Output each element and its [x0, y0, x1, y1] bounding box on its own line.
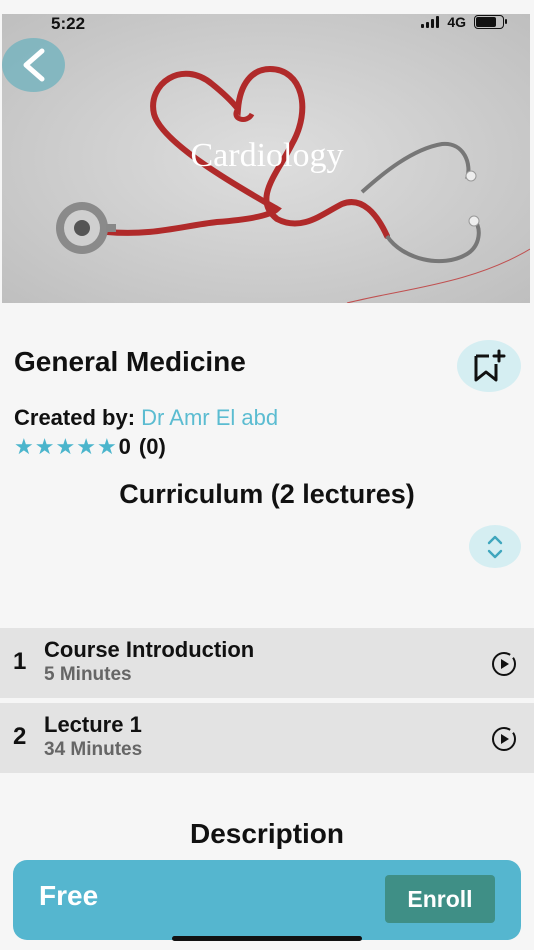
- course-title: General Medicine: [14, 346, 246, 377]
- network-type: 4G: [447, 14, 466, 30]
- back-button[interactable]: [2, 38, 65, 92]
- curriculum-title: Curriculum (2 lectures): [119, 479, 415, 509]
- rating-value: 0: [118, 434, 131, 459]
- created-by: Created by: Dr Amr El abd: [14, 405, 278, 431]
- signal-icon: [421, 16, 440, 28]
- stethoscope-heart-image: Cardiology: [2, 14, 530, 303]
- battery-icon: [474, 15, 507, 29]
- course-rating: ★ ★ ★ ★ ★ 0 (0): [14, 434, 166, 460]
- created-by-label: Created by:: [14, 405, 136, 430]
- star-icon: ★: [76, 434, 96, 459]
- play-circle-icon[interactable]: [490, 725, 518, 753]
- expand-curriculum-button[interactable]: [469, 525, 521, 568]
- lecture-number: 1: [13, 648, 27, 675]
- bookmark-button[interactable]: [457, 340, 521, 392]
- expand-collapse-icon: [487, 535, 503, 558]
- lecture-row[interactable]: 2 Lecture 1 34 Minutes: [0, 703, 534, 773]
- status-indicators: 4G: [421, 14, 507, 30]
- rating-stars: ★ ★ ★ ★ ★: [14, 436, 117, 458]
- lecture-number: 2: [13, 723, 27, 750]
- purchase-bar: Free Enroll: [13, 860, 521, 940]
- lecture-duration: 34 Minutes: [44, 739, 143, 760]
- price-label: Free: [39, 880, 99, 911]
- status-time: 5:22: [51, 14, 86, 33]
- play-circle-icon[interactable]: [490, 650, 518, 678]
- lecture-name: Course Introduction: [44, 637, 255, 662]
- star-icon: ★: [14, 434, 34, 459]
- cover-caption: Cardiology: [191, 137, 344, 174]
- home-indicator: [172, 936, 362, 941]
- lecture-duration: 5 Minutes: [44, 664, 132, 685]
- enroll-button[interactable]: Enroll: [385, 875, 495, 923]
- star-icon: ★: [55, 434, 76, 459]
- course-cover-image: Cardiology: [2, 14, 530, 303]
- chevron-left-icon: [23, 48, 44, 82]
- bookmark-add-icon: [474, 349, 506, 382]
- status-bar: 5:22 4G: [0, 0, 534, 48]
- star-icon: ★: [34, 434, 55, 459]
- description-title: Description: [189, 818, 345, 849]
- lecture-name: Lecture 1: [44, 712, 142, 737]
- rating-count: (0): [138, 434, 166, 459]
- lecture-row[interactable]: 1 Course Introduction 5 Minutes: [0, 628, 534, 698]
- author-link[interactable]: Dr Amr El abd: [141, 405, 278, 430]
- star-icon: ★: [96, 434, 117, 459]
